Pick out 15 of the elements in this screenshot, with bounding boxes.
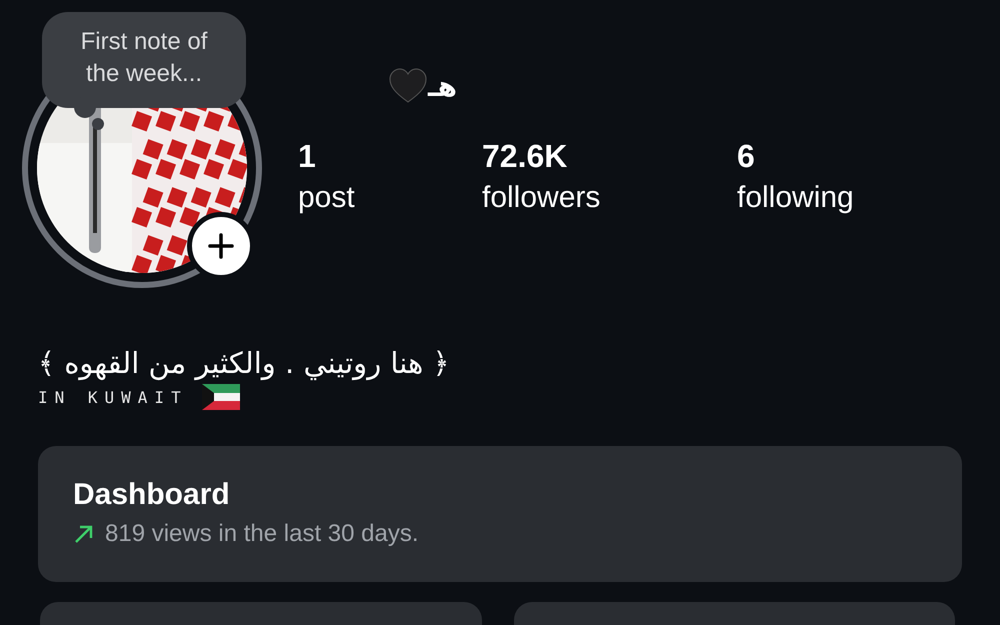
dashboard-title: Dashboard — [73, 478, 231, 512]
profile-name: هـ — [428, 70, 457, 102]
flag-icon — [202, 384, 240, 410]
heart-icon — [388, 68, 428, 104]
dashboard-card[interactable]: Dashboard 819 views in the last 30 days. — [38, 446, 962, 582]
trend-arrow-icon — [73, 523, 95, 545]
views-summary: 819 views in the last 30 days. — [105, 520, 419, 548]
stat-label[interactable]: followers — [482, 176, 737, 220]
location-text: IN KUWAIT — [38, 388, 188, 406]
stat-label[interactable]: post — [298, 176, 482, 220]
stat-count[interactable]: 1 — [298, 136, 482, 176]
stat-label[interactable]: following — [737, 176, 854, 220]
stat-count[interactable]: 72.6K — [482, 136, 737, 176]
bio-text: ﴿ هنا روتيني . والكثير من القهوه ﴾ — [38, 346, 450, 380]
stat-count[interactable]: 6 — [737, 136, 854, 176]
